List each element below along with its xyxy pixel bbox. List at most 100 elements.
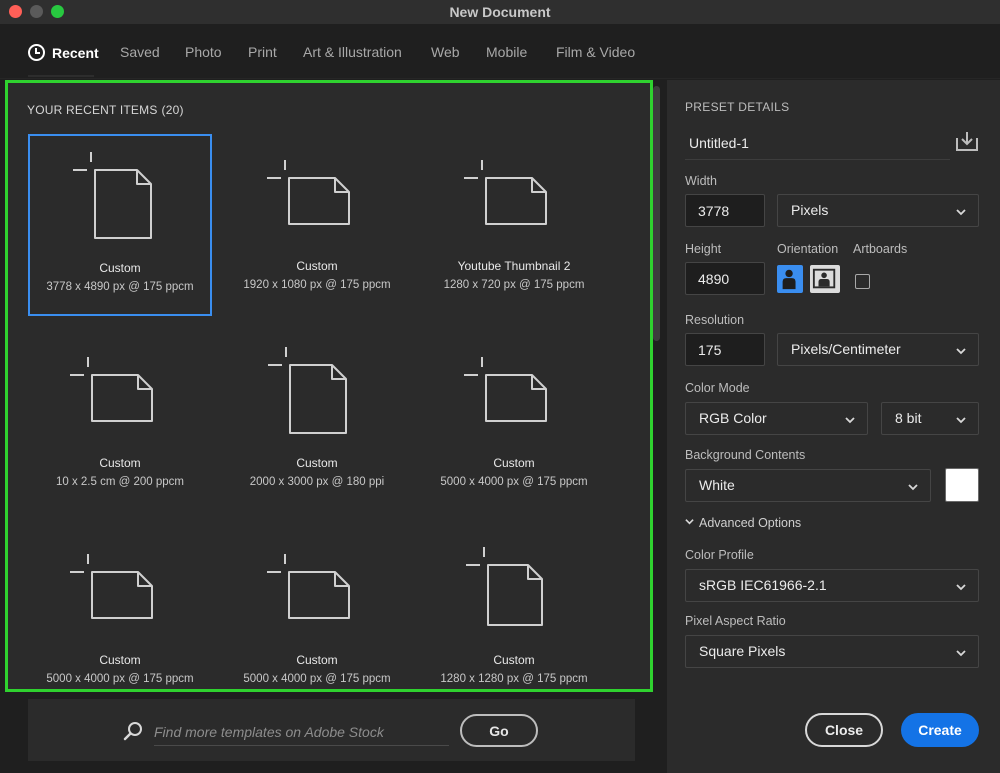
- recent-item-name: Custom: [296, 259, 338, 273]
- recent-item-name: Custom: [493, 653, 535, 667]
- close-button[interactable]: Close: [805, 713, 883, 747]
- orientation-portrait-button[interactable]: [777, 265, 803, 293]
- width-unit-select[interactable]: Pixels: [777, 194, 979, 227]
- document-name-input[interactable]: [685, 127, 950, 160]
- tab-label: Recent: [52, 45, 99, 61]
- bit-depth-value: 8 bit: [895, 410, 922, 426]
- resolution-label: Resolution: [685, 313, 745, 327]
- document-icon: [267, 554, 350, 619]
- recent-item-name: Youtube Thumbnail 2: [457, 259, 571, 273]
- recent-item[interactable]: Custom 10 x 2.5 cm @ 200 ppcm: [28, 331, 212, 513]
- recent-item[interactable]: Custom 3778 x 4890 px @ 175 ppcm: [28, 134, 212, 316]
- color-mode-select[interactable]: RGB Color: [685, 402, 868, 435]
- height-input[interactable]: [685, 262, 765, 295]
- tab-saved[interactable]: Saved: [120, 44, 160, 60]
- chevron-down-icon: [956, 209, 966, 216]
- background-contents-select[interactable]: White: [685, 469, 931, 502]
- document-icon: [73, 152, 152, 239]
- advanced-options-label: Advanced Options: [699, 516, 802, 530]
- document-icon: [268, 347, 347, 434]
- orientation-label: Orientation: [777, 242, 839, 256]
- go-button[interactable]: Go: [460, 714, 538, 747]
- resolution-unit-select[interactable]: Pixels/Centimeter: [777, 333, 979, 366]
- recent-item-name: Custom: [296, 653, 338, 667]
- artboards-label: Artboards: [853, 242, 908, 256]
- document-icon: [70, 554, 153, 619]
- tab-web[interactable]: Web: [431, 44, 460, 60]
- recent-heading-label: YOUR RECENT ITEMS: [27, 103, 158, 117]
- document-icon: [464, 357, 547, 422]
- tab-recent[interactable]: Recent: [28, 44, 99, 61]
- color-mode-label: Color Mode: [685, 381, 750, 395]
- chevron-down-icon: [845, 417, 855, 424]
- resolution-input[interactable]: [685, 333, 765, 366]
- recent-item[interactable]: Custom 2000 x 3000 px @ 180 ppi: [225, 331, 409, 513]
- title-bar: New Document: [0, 0, 1000, 24]
- chevron-down-icon: [956, 348, 966, 355]
- stock-search-input[interactable]: [154, 718, 449, 746]
- document-icon: [464, 160, 547, 225]
- bit-depth-select[interactable]: 8 bit: [881, 402, 979, 435]
- recent-item[interactable]: Custom 5000 x 4000 px @ 175 ppcm: [28, 528, 212, 689]
- recent-item-details: 1280 x 720 px @ 175 ppcm: [443, 279, 585, 291]
- color-profile-value: sRGB IEC61966-2.1: [699, 577, 827, 593]
- create-button[interactable]: Create: [901, 713, 979, 747]
- document-icon: [70, 357, 153, 422]
- document-icon: [267, 160, 350, 225]
- recent-item[interactable]: Custom 5000 x 4000 px @ 175 ppcm: [422, 331, 606, 513]
- background-color-swatch[interactable]: [945, 468, 979, 502]
- recent-item-details: 5000 x 4000 px @ 175 ppcm: [440, 476, 588, 488]
- recent-count: (20): [161, 103, 184, 117]
- tab-photo[interactable]: Photo: [185, 44, 222, 60]
- background-contents-value: White: [699, 477, 735, 493]
- recent-item-name: Custom: [296, 456, 338, 470]
- tab-film-video[interactable]: Film & Video: [556, 44, 635, 60]
- background-contents-label: Background Contents: [685, 448, 806, 462]
- preset-details-panel: PRESET DETAILS Width Pixels Height Orien…: [667, 80, 1000, 773]
- preset-details-title: PRESET DETAILS: [685, 100, 790, 114]
- document-icon: [466, 547, 543, 626]
- chevron-down-icon: [908, 484, 918, 491]
- recent-item-details: 10 x 2.5 cm @ 200 ppcm: [55, 476, 184, 488]
- resolution-unit-value: Pixels/Centimeter: [791, 341, 901, 357]
- color-mode-value: RGB Color: [699, 410, 767, 426]
- recent-item[interactable]: Custom 1280 x 1280 px @ 175 ppcm: [422, 528, 606, 689]
- pixel-aspect-ratio-value: Square Pixels: [699, 643, 786, 659]
- recent-item[interactable]: Youtube Thumbnail 2 1280 x 720 px @ 175 p…: [422, 134, 606, 316]
- recent-item-details: 2000 x 3000 px @ 180 ppi: [249, 476, 385, 488]
- tab-print[interactable]: Print: [248, 44, 277, 60]
- width-unit-value: Pixels: [791, 202, 829, 218]
- portrait-person-icon: [782, 269, 796, 290]
- chevron-down-icon: [685, 519, 694, 525]
- tab-art-illustration[interactable]: Art & Illustration: [303, 44, 402, 60]
- height-label: Height: [685, 242, 722, 256]
- clock-icon: [28, 44, 45, 61]
- search-icon: [123, 722, 142, 741]
- color-profile-label: Color Profile: [685, 548, 754, 562]
- stock-search-bar: Go: [28, 699, 635, 761]
- advanced-options-toggle[interactable]: Advanced Options: [685, 516, 801, 530]
- tab-mobile[interactable]: Mobile: [486, 44, 527, 60]
- width-label: Width: [685, 174, 717, 188]
- width-input[interactable]: [685, 194, 765, 227]
- recent-item-details: 1280 x 1280 px @ 175 ppcm: [440, 673, 588, 685]
- recent-items-panel: YOUR RECENT ITEMS (20) Custom 3778 x 4890 …: [5, 80, 653, 692]
- active-tab-indicator: [28, 75, 94, 77]
- artboards-checkbox[interactable]: [855, 274, 870, 289]
- recent-item-name: Custom: [99, 456, 141, 470]
- recent-item[interactable]: Custom 5000 x 4000 px @ 175 ppcm: [225, 528, 409, 689]
- orientation-landscape-button[interactable]: [810, 265, 840, 293]
- recent-scrollbar[interactable]: [653, 86, 660, 341]
- recent-item-name: Custom: [493, 456, 535, 470]
- pixel-aspect-ratio-select[interactable]: Square Pixels: [685, 635, 979, 668]
- chevron-down-icon: [956, 650, 966, 657]
- preset-category-tabs: Recent Saved Photo Print Art & Illustrat…: [0, 24, 1000, 79]
- recent-item-details: 1920 x 1080 px @ 175 ppcm: [243, 279, 391, 291]
- recent-item-details: 5000 x 4000 px @ 175 ppcm: [46, 673, 194, 685]
- chevron-down-icon: [956, 417, 966, 424]
- chevron-down-icon: [956, 584, 966, 591]
- save-preset-icon[interactable]: [955, 130, 979, 152]
- recent-item-details: 5000 x 4000 px @ 175 ppcm: [243, 673, 391, 685]
- color-profile-select[interactable]: sRGB IEC61966-2.1: [685, 569, 979, 602]
- recent-item[interactable]: Custom 1920 x 1080 px @ 175 ppcm: [225, 134, 409, 316]
